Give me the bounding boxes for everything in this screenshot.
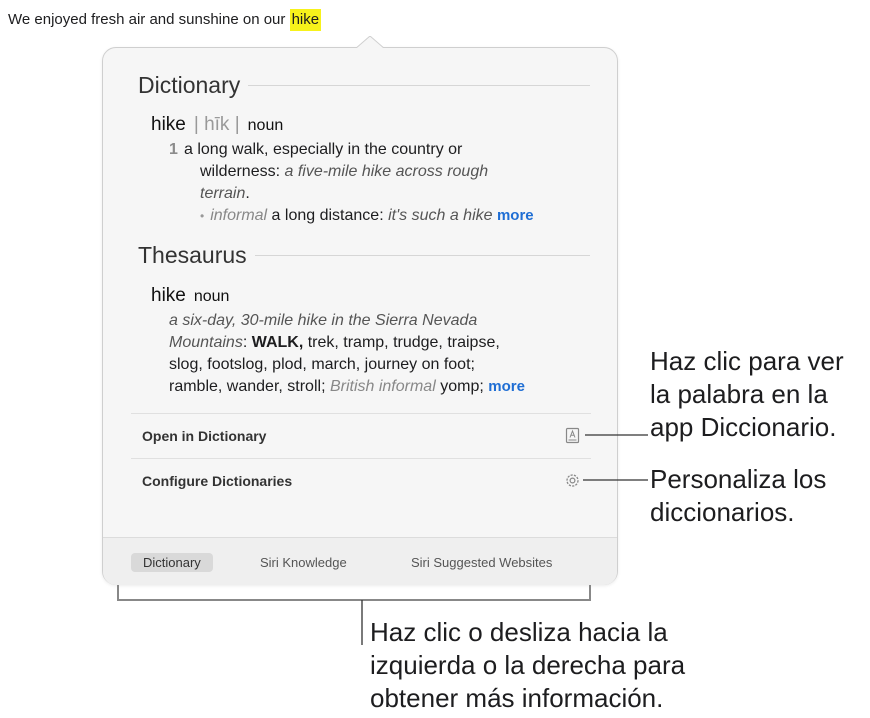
callout-tabs: Haz clic o desliza hacia la izquierda o … (370, 617, 686, 713)
callout-configure: Personaliza los diccionarios. (650, 464, 827, 527)
callout-open-dictionary: Haz clic para ver la palabra en la app D… (650, 346, 844, 442)
